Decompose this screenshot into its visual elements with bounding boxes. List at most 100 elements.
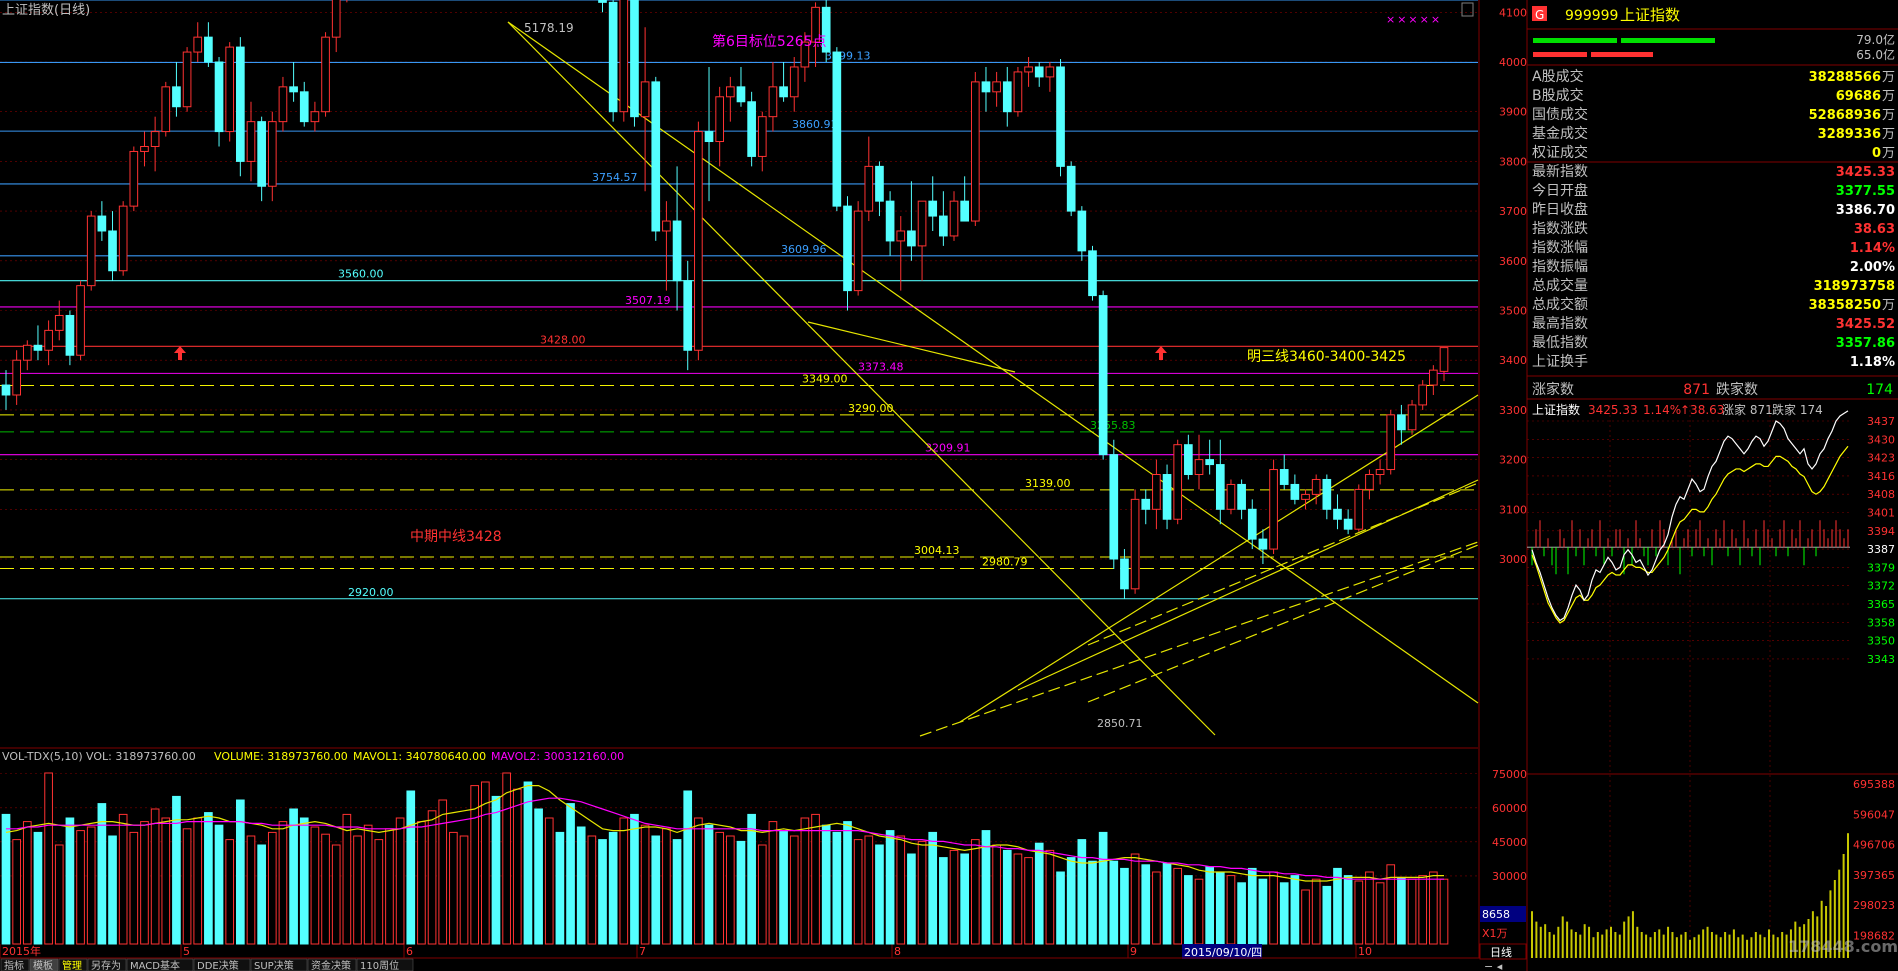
price-tick-label: 4000 [1499,56,1527,69]
candle-body [907,230,916,247]
candle-body [108,230,117,272]
quote-row-label: 最低指数 [1532,335,1588,351]
volume-bar [374,839,384,945]
midline-annotation: 中期中线3428 [410,529,502,545]
candle [321,32,330,117]
candle-body [1194,459,1204,476]
volume-bar [278,821,288,945]
level-label: 3373.48 [858,360,904,373]
intraday-tick-label: 3401 [1867,507,1895,520]
volume-bar [417,821,426,945]
volume-bar [811,813,820,945]
candle-body [789,66,799,98]
price-tick-label: 3600 [1499,255,1527,268]
quote-row-value: 38288566 [1809,70,1881,85]
candle-body [278,86,288,123]
quote-row-unit: 万 [1882,70,1895,85]
intraday-volume-tick: 298023 [1853,899,1895,912]
volume-bar [757,844,767,945]
volume-bar [619,817,629,945]
volume-bar [1045,849,1055,945]
level-label: 3349.00 [802,373,848,386]
volume-bar [385,828,394,945]
volume-bar [843,821,852,945]
quote-row-label: 昨日收盘 [1532,201,1588,218]
quote-row-value: 318973758 [1814,279,1895,294]
candle-body [1013,71,1023,113]
intraday-tick-label: 3358 [1867,616,1895,629]
candle-body [1375,469,1385,476]
candle-body [1045,66,1055,78]
quote-row-value: 3289336 [1818,127,1881,142]
candle-body [225,46,235,133]
candle-body [54,314,64,331]
quote-name: 上证指数 [1620,6,1680,24]
candle [1109,439,1119,569]
candle-body [1130,498,1140,590]
quote-row-label: 上证换手 [1532,353,1588,370]
volume-bar [779,830,788,945]
candle-body [1397,414,1406,431]
price-tick-label: 3800 [1499,155,1527,168]
intraday-volume-tick: 596047 [1853,808,1895,821]
volume-bar [694,817,703,945]
zoom-minus-icon[interactable]: − ◂ [1484,960,1503,971]
indicator-tab-label: SUP决策 [254,959,294,971]
candle [630,0,639,127]
candle-body [1429,369,1438,386]
candle-body [1120,558,1129,590]
volume-bar [1120,867,1129,945]
volume-bar [1343,875,1353,945]
candle-body [757,116,767,157]
volume-bar [608,831,618,945]
volume-bar [800,817,810,945]
volume-bar [662,828,671,945]
indicator-tab-label: 指标 [4,959,24,971]
volume-bar [427,810,437,945]
volume-bar [267,831,277,945]
intraday-title: 上证指数 [1532,402,1580,417]
indicator-tab-bar[interactable]: 指标 模板 管理 另存为 MACD基本 DDE决策 SUP决策 资金决策 110周位 [0,958,414,971]
candle-body [33,344,43,351]
volume-bar [907,853,916,945]
level-label: 3507.19 [625,294,671,307]
volume-tick-label: 45000 [1492,836,1527,849]
volume-bar [129,831,139,945]
vol-a: 79.0亿 [1856,32,1895,47]
indicator-tab-label: DDE决策 [197,959,239,971]
candle [1386,409,1396,475]
intraday-down: 跌家 174 [1772,402,1823,417]
volume-bar [1247,867,1257,945]
candle-body [22,344,32,361]
volume-bar [512,788,522,945]
candle-body [214,61,224,133]
candle-body [598,0,607,3]
volume-bar [523,781,533,945]
candle-body [1077,210,1087,252]
level-label: 3255.83 [1090,419,1136,432]
quote-row-label: 国债成交 [1532,106,1588,123]
volume-bar [1,813,11,945]
candle-body [917,200,927,247]
volume-bar [1088,860,1097,945]
volume-bar [544,817,554,945]
candle-body [150,131,160,147]
level-label: 3560.00 [338,268,384,281]
candle-body [875,165,884,202]
date-tick-label: 10 [1358,945,1372,958]
intraday-tick-label: 3408 [1867,488,1895,501]
volume-bar [1205,866,1214,945]
candle-body [1205,459,1214,466]
candle-body [1088,250,1097,297]
intraday-volume-tick: 695388 [1853,778,1895,791]
volume-bar [22,821,32,945]
candle-body [204,36,213,63]
volume-bar [140,821,149,945]
volume-bar [246,835,256,945]
candle [129,146,139,212]
candle-body [1311,478,1321,495]
price-tick-label: 3200 [1499,454,1527,467]
volume-bar [193,817,203,945]
vol-legend-volume: VOLUME: 318973760.00 [214,750,348,763]
volume-bar [576,826,586,945]
